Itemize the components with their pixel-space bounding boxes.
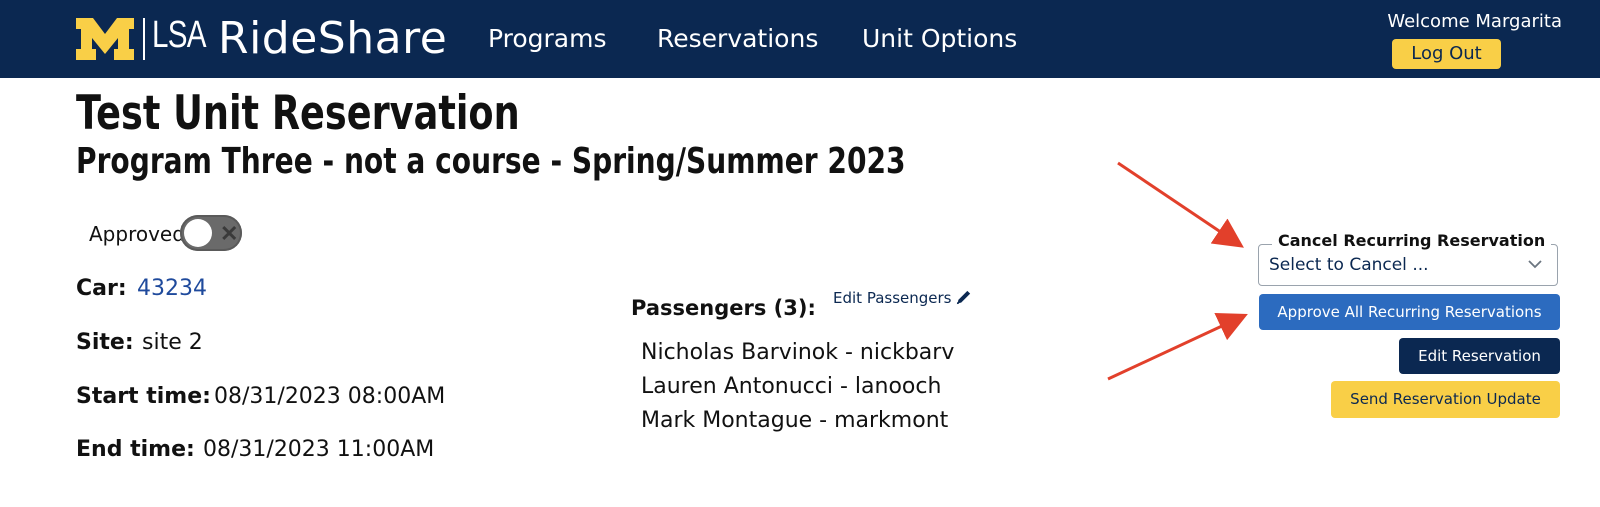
cancel-select-value: Select to Cancel ...	[1269, 255, 1429, 275]
page-subtitle: Program Three - not a course - Spring/Su…	[76, 141, 906, 182]
annotation-arrow	[1117, 161, 1244, 248]
logo-divider	[143, 18, 145, 60]
page-title: Test Unit Reservation	[76, 86, 520, 141]
send-reservation-update-button[interactable]: Send Reservation Update	[1331, 381, 1560, 418]
passenger-item: Mark Montague - markmont	[641, 408, 949, 433]
top-navbar: LSA RideShare Programs Reservations Unit…	[0, 0, 1600, 78]
nav-reservations[interactable]: Reservations	[657, 24, 818, 53]
log-out-button[interactable]: Log Out	[1392, 39, 1501, 69]
approved-label: Approved	[89, 222, 185, 246]
pencil-icon	[957, 290, 971, 305]
site-value: site 2	[142, 330, 203, 355]
passenger-item: Nicholas Barvinok - nickbarv	[641, 340, 955, 365]
nav-programs[interactable]: Programs	[488, 24, 607, 53]
cancel-recurring-select[interactable]: Select to Cancel ...	[1258, 244, 1558, 286]
car-label: Car:	[76, 276, 127, 301]
approved-toggle[interactable]: ✕	[180, 215, 242, 251]
site-label: Site:	[76, 330, 134, 355]
end-time-label: End time:	[76, 437, 195, 462]
passenger-item: Lauren Antonucci - lanooch	[641, 374, 942, 399]
cancel-recurring-legend: Cancel Recurring Reservation	[1272, 231, 1552, 250]
edit-reservation-button[interactable]: Edit Reservation	[1399, 338, 1560, 374]
lsa-logo-text: LSA	[152, 14, 206, 56]
start-time-value: 08/31/2023 08:00AM	[214, 384, 446, 409]
start-time-label: Start time:	[76, 384, 211, 409]
end-time-value: 08/31/2023 11:00AM	[203, 437, 435, 462]
edit-passengers-label: Edit Passengers	[833, 289, 952, 307]
approve-all-recurring-button[interactable]: Approve All Recurring Reservations	[1259, 294, 1560, 330]
passengers-title: Passengers (3):	[631, 296, 816, 320]
edit-passengers-link[interactable]: Edit Passengers	[833, 289, 971, 307]
close-icon: ✕	[220, 221, 239, 246]
nav-unit-options[interactable]: Unit Options	[862, 24, 1017, 53]
welcome-text: Welcome Margarita	[1387, 11, 1562, 32]
app-brand[interactable]: RideShare	[218, 13, 447, 64]
toggle-knob	[184, 219, 212, 247]
michigan-m-logo	[76, 18, 134, 60]
chevron-down-icon	[1528, 260, 1542, 269]
car-link[interactable]: 43234	[137, 276, 207, 301]
annotation-arrow	[1107, 312, 1248, 381]
